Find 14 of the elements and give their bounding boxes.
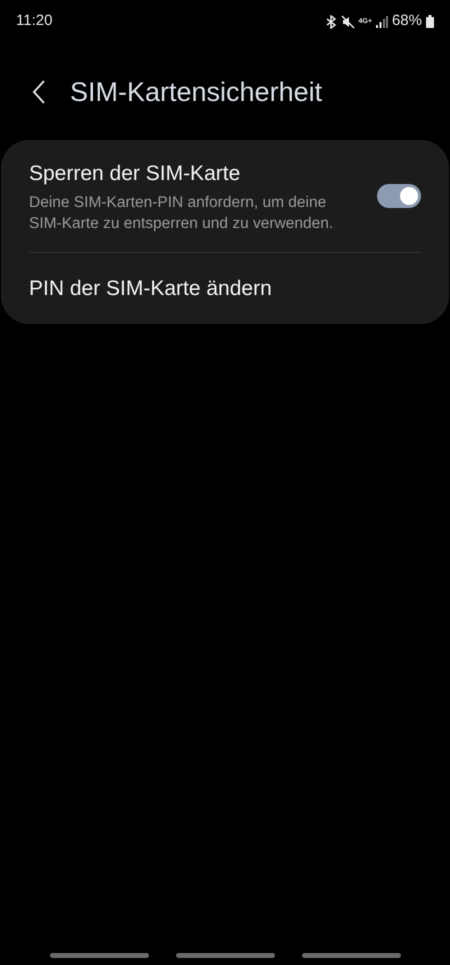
status-time: 11:20 [16,11,52,32]
battery-icon [426,15,434,28]
setting-description: Deine SIM-Karten-PIN anfordern, um deine SIM-Karte zu entsperren und zu verwenden. [29,192,334,234]
nav-bar-handle[interactable] [50,953,148,958]
signal-icon [376,16,388,28]
bluetooth-icon [326,14,337,28]
nav-bar-handle[interactable] [302,953,400,958]
page-title: SIM-Kartensicherheit [70,76,322,109]
setting-title[interactable]: PIN der SIM-Karte ändern [29,276,272,300]
toggle-switch[interactable] [377,184,421,208]
nav-bar-handle[interactable] [176,953,274,958]
battery-percent: 68% [392,11,422,32]
mute-icon [340,14,355,28]
setting-title[interactable]: Sperren der SIM-Karte [29,158,357,190]
